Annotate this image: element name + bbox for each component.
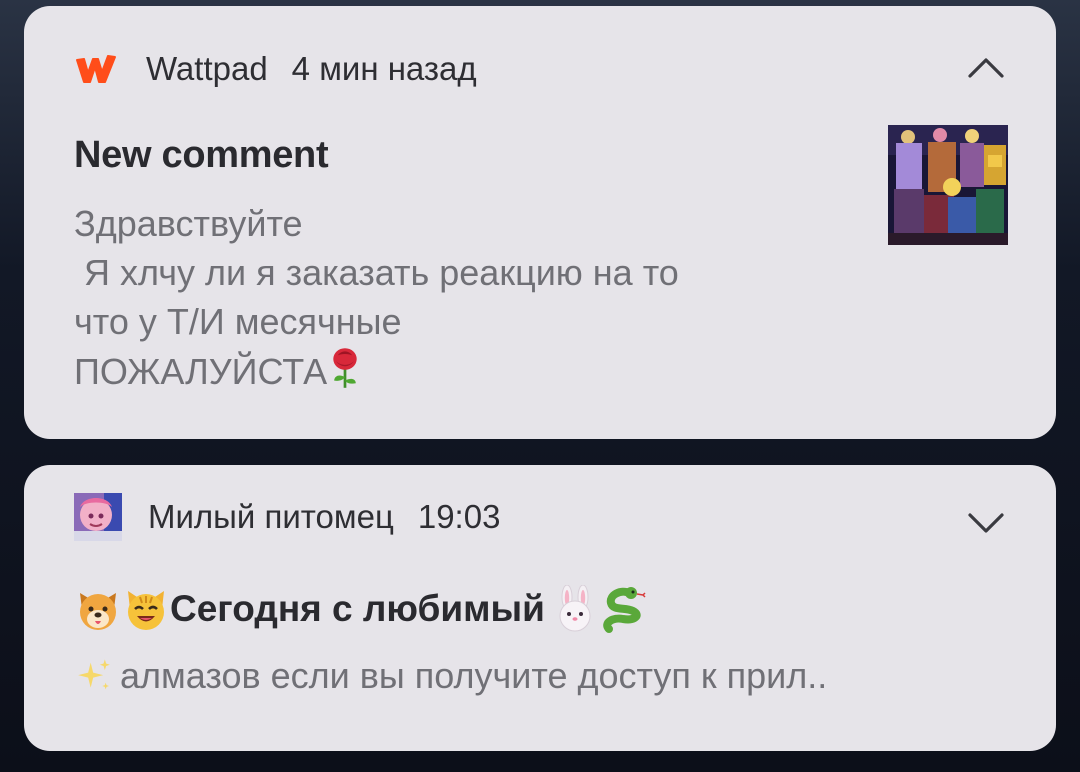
rose-emoji	[333, 348, 357, 388]
body-line: что у Т/И месячные	[74, 301, 402, 342]
wattpad-w-icon	[76, 55, 116, 83]
dog-face-emoji	[80, 593, 116, 630]
sparkles-emoji	[78, 659, 110, 690]
app-name: Wattpad	[146, 50, 268, 87]
notification-body: Здравствуйте Я хлчу ли я заказать реакци…	[74, 199, 834, 396]
chevron-down-icon[interactable]	[966, 509, 1006, 537]
app-name: Милый питомец	[148, 498, 394, 535]
notification-header: Wattpad 4 мин назад	[74, 49, 477, 89]
body-line-last: ПОЖАЛУЙСТА	[74, 346, 834, 396]
notification-title-row: Сегодня с любимый	[74, 585, 647, 633]
notification-title: Сегодня с любимый	[170, 588, 545, 629]
anime-avatar-icon	[74, 493, 122, 541]
snake-emoji	[603, 587, 646, 633]
notification-time: 4 мин назад	[291, 50, 477, 87]
notification-title: New comment	[74, 134, 329, 176]
body-line: Я хлчу ли я заказать реакцию на то	[74, 252, 679, 293]
cat-face-emoji	[128, 591, 164, 630]
chevron-up-icon[interactable]	[966, 52, 1006, 80]
notification-body-text: алмазов если вы получите доступ к прил..	[120, 655, 828, 696]
notification-card-wattpad[interactable]: Wattpad 4 мин назад New comment Здравств…	[24, 6, 1056, 439]
body-line-text: ПОЖАЛУЙСТА	[74, 351, 328, 392]
body-line: Здравствуйте	[74, 203, 303, 244]
thumbnail-image	[888, 125, 1008, 245]
anime-characters-thumbnail	[888, 125, 1008, 245]
notification-time: 19:03	[417, 498, 501, 535]
notification-header: Милый питомец 19:03	[74, 493, 501, 541]
rabbit-face-emoji	[559, 585, 591, 632]
notification-card-pet[interactable]: Милый питомец 19:03 Сегодня с любимый ал…	[24, 465, 1056, 751]
notification-body: алмазов если вы получите доступ к прил..	[74, 655, 827, 697]
